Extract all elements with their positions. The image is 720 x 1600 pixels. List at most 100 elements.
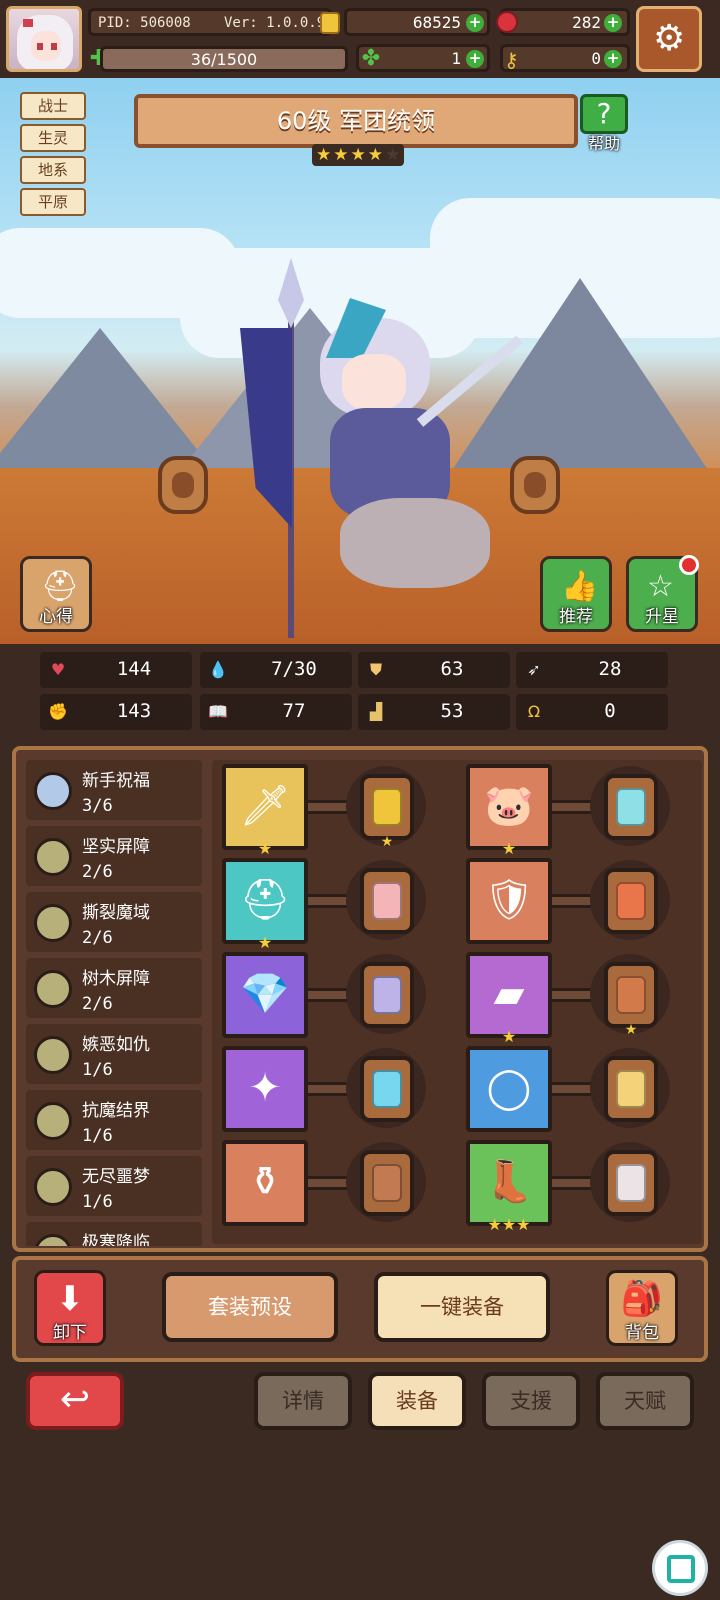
add-key-button[interactable]: + (604, 50, 622, 68)
item-star-rating: ★ (257, 839, 273, 858)
sword-icon: 🗡 (239, 783, 291, 829)
spear-head (278, 258, 304, 328)
gem-amount: 282 (572, 13, 601, 32)
class-tag[interactable]: 战士 (20, 92, 86, 120)
race-tag[interactable]: 生灵 (20, 124, 86, 152)
equipment-slot[interactable]: ⛑ ★ (222, 858, 308, 952)
cube-icon (667, 1555, 695, 1583)
hero-character[interactable] (230, 258, 523, 638)
set-bonus-item[interactable]: 新手祝福 3/6 (26, 760, 202, 820)
socket-gem-icon (616, 1164, 646, 1202)
gem-socket[interactable]: ★ (604, 962, 658, 1038)
gem-socket[interactable] (604, 1150, 658, 1216)
set-progress: 1/6 (82, 1060, 113, 1080)
key-amount: 0 (591, 49, 601, 68)
equipment-slot[interactable]: 🐷 ★ (466, 764, 552, 858)
set-bonus-list[interactable]: 新手祝福 3/6 坚实屏障 2/6 撕裂魔域 2/6 树木屏障 2/6 嫉恶如仇 1/6 抗魔结界 1… (26, 760, 202, 1246)
set-bonus-item[interactable]: 嫉恶如仇 1/6 (26, 1024, 202, 1084)
set-bonus-item[interactable]: 抗魔结界 1/6 (26, 1090, 202, 1150)
set-name: 嫉恶如仇 (82, 1035, 150, 1055)
equipment-slot[interactable]: 💎 (222, 952, 308, 1038)
equipment-slot[interactable]: 🛡 (466, 858, 552, 944)
backpack-label: 背包 (625, 1323, 659, 1343)
set-bonus-item[interactable]: 撕裂魔域 2/6 (26, 892, 202, 952)
help-button[interactable]: ? 帮助 (578, 94, 630, 153)
backpack-button[interactable]: 🎒 背包 (606, 1270, 678, 1346)
equipment-slot[interactable]: 👢 ★★★ (466, 1140, 552, 1234)
item-star-rating: ★ (501, 839, 517, 858)
silver-ring-icon: ◯ (486, 1065, 532, 1111)
set-bonus-item[interactable]: 无尽噩梦 1/6 (26, 1156, 202, 1216)
socket-gem-icon (616, 1070, 646, 1108)
add-gem-button[interactable]: + (604, 14, 622, 32)
stat-book[interactable]: 📖 77 (200, 694, 352, 730)
set-bonus-item[interactable]: 极寒降临 (26, 1222, 202, 1246)
gem-socket[interactable] (604, 868, 658, 934)
notes-button[interactable]: ⛑ 心得 (20, 556, 92, 632)
equipment-slot[interactable]: ◯ (466, 1046, 552, 1132)
socket-gem-icon (372, 976, 402, 1014)
gear-icon: ⚙ (653, 18, 686, 59)
urn-icon: ⚱ (248, 1159, 282, 1205)
floating-widget[interactable] (652, 1540, 708, 1596)
auto-equip-button[interactable]: 一键装备 (374, 1272, 550, 1342)
tab-equipment[interactable]: 装备 (368, 1372, 466, 1430)
set-progress: 1/6 (82, 1126, 113, 1146)
equipment-slot[interactable]: 🗡 ★ (222, 764, 308, 858)
terrain-tag[interactable]: 平原 (20, 188, 86, 216)
recommend-label: 推荐 (559, 607, 593, 627)
hero-sword (416, 335, 523, 427)
socket-gem-icon (372, 1070, 402, 1108)
gem-socket[interactable] (360, 1056, 414, 1122)
add-gold-button[interactable]: + (466, 14, 484, 32)
stat-value: 77 (282, 700, 306, 722)
tab-details[interactable]: 详情 (254, 1372, 352, 1430)
stat-boot[interactable]: ▟ 53 (358, 694, 510, 730)
boot-icon: ▟ (369, 702, 383, 721)
set-progress: 2/6 (82, 928, 113, 948)
backpack-icon: 🎒 (620, 1279, 664, 1319)
element-tag[interactable]: 地系 (20, 156, 86, 184)
avatar-eye (37, 43, 43, 50)
crystal-ring-icon: ✦ (248, 1065, 282, 1111)
notes-label: 心得 (39, 607, 73, 627)
set-emblem-icon (34, 1102, 72, 1140)
unequip-button[interactable]: ⬇ 卸下 (34, 1270, 106, 1346)
tab-talent[interactable]: 天赋 (596, 1372, 694, 1430)
wing-icon: ➶ (527, 660, 541, 679)
equipment-grid: 🗡 ★ ★ 🐷 ★ ⛑ ★ 🛡 💎 ▰ ★ ★ ✦ ◯ ⚱ 👢 ★★★ (212, 760, 702, 1244)
stat-fist[interactable]: ✊ 143 (40, 694, 192, 730)
stat-shield[interactable]: ⛊ 63 (358, 652, 510, 688)
stat-wing[interactable]: ➶ 28 (516, 652, 668, 688)
preset-button[interactable]: 套装预设 (162, 1272, 338, 1342)
star-icon: ☆ (647, 569, 674, 604)
book-icon: 📖 (208, 702, 228, 721)
gem-socket[interactable] (604, 774, 658, 840)
set-bonus-item[interactable]: 坚实屏障 2/6 (26, 826, 202, 886)
question-icon: ? (580, 94, 628, 134)
player-avatar[interactable] (6, 6, 82, 72)
gem-socket[interactable] (360, 868, 414, 934)
equipment-slot[interactable]: ✦ (222, 1046, 308, 1132)
settings-button[interactable]: ⚙ (636, 6, 702, 72)
gem-socket[interactable] (604, 1056, 658, 1122)
gem-socket[interactable]: ★ (360, 774, 414, 850)
tab-support[interactable]: 支援 (482, 1372, 580, 1430)
stat-water-drop[interactable]: 💧 7/30 (200, 652, 352, 688)
set-name: 撕裂魔域 (82, 903, 150, 923)
stat-heart[interactable]: ♥ 144 (40, 652, 192, 688)
equipment-slot[interactable]: ▰ ★ (466, 952, 552, 1046)
gem-socket[interactable] (360, 962, 414, 1028)
back-button[interactable]: ↩ (26, 1372, 124, 1430)
right-rune-icon[interactable] (510, 456, 560, 514)
gem-socket[interactable] (360, 1150, 414, 1216)
star-up-button[interactable]: ☆ 升星 (626, 555, 699, 632)
equipment-slot[interactable]: ⚱ (222, 1140, 308, 1226)
stat-horseshoe[interactable]: Ω0 (516, 694, 668, 730)
recommend-button[interactable]: 👍 推荐 (540, 556, 612, 632)
clover-amount: 1 (451, 49, 461, 68)
add-clover-button[interactable]: + (466, 50, 484, 68)
energy-value: 36/1500 (190, 50, 258, 69)
set-bonus-item[interactable]: 树木屏障 2/6 (26, 958, 202, 1018)
left-rune-icon[interactable] (158, 456, 208, 514)
